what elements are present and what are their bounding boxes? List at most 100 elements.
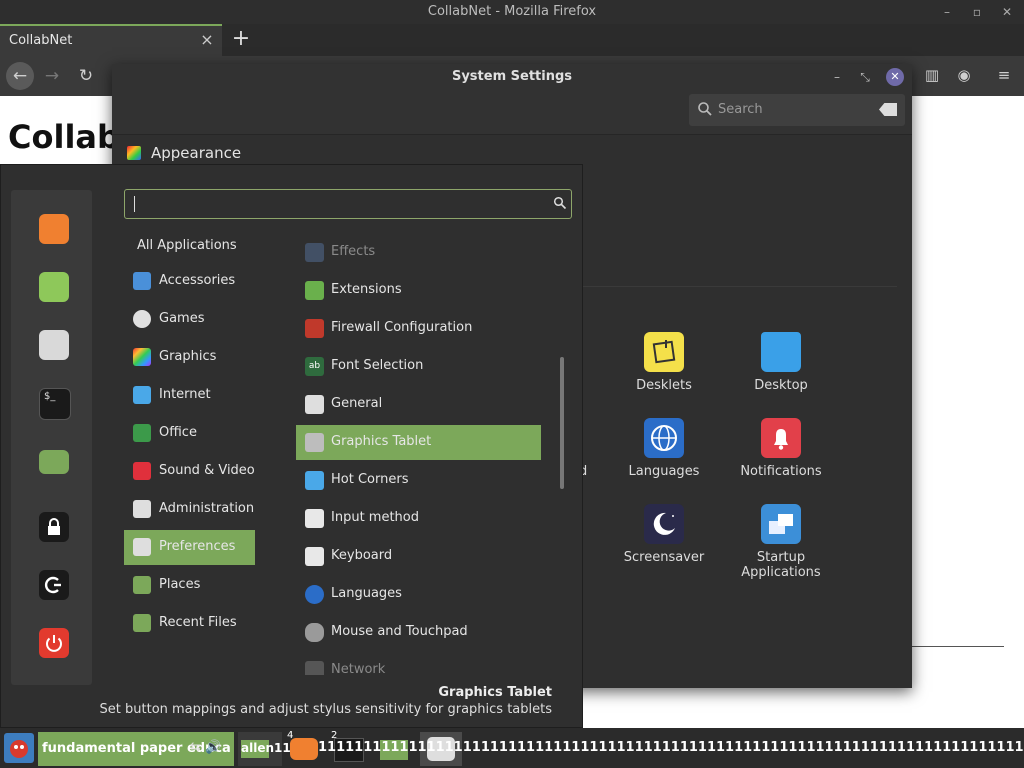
settings-item-startup-applications[interactable]: Startup Applications — [726, 504, 836, 580]
clear-search-icon[interactable] — [879, 103, 897, 116]
menu-launcher-icon[interactable] — [4, 733, 34, 763]
new-tab-button[interactable]: + — [229, 26, 253, 52]
games-invader-icon — [133, 310, 151, 328]
languages-globe-icon — [305, 585, 324, 604]
app-label: Graphics Tablet — [331, 434, 432, 449]
settings-item-desktop[interactable]: Desktop — [726, 332, 836, 393]
logout-icon[interactable] — [39, 570, 69, 600]
firefox-window-title: CollabNet - Mozilla Firefox — [0, 0, 1024, 24]
app-keyboard[interactable]: Keyboard — [296, 539, 541, 574]
forward-button[interactable]: → — [38, 62, 66, 90]
account-icon[interactable]: ◉ — [953, 64, 975, 86]
settings-search-input[interactable]: Search — [689, 94, 905, 126]
software-manager-icon[interactable] — [39, 272, 69, 302]
app-label: Network — [331, 662, 386, 675]
settings-item-notifications[interactable]: Notifications — [726, 418, 836, 479]
settings-item-desklets[interactable]: Desklets — [609, 332, 719, 393]
app-label: Mouse and Touchpad — [331, 624, 468, 639]
category-label: Places — [159, 577, 201, 592]
hamburger-menu-icon[interactable]: ≡ — [993, 64, 1015, 86]
hot-corners-icon — [305, 471, 324, 490]
favorites-sidebar: $_ — [11, 190, 92, 685]
app-label: Firewall Configuration — [331, 320, 473, 335]
recent-files-folder-icon — [133, 614, 151, 632]
files-folder-icon[interactable] — [39, 450, 69, 474]
menu-search-input[interactable] — [124, 189, 572, 219]
desktop-folder-icon — [761, 332, 801, 372]
network-volume-tray-icon[interactable]: ⇆ 🔊 — [190, 740, 221, 755]
settings-toggles-icon[interactable] — [39, 330, 69, 360]
app-label: Effects — [331, 244, 376, 259]
input-method-icon — [305, 509, 324, 528]
app-input-method[interactable]: Input method — [296, 501, 541, 536]
menu-scrollbar[interactable] — [560, 357, 564, 489]
app-label: Input method — [331, 510, 419, 525]
settings-item-languages[interactable]: Languages — [609, 418, 719, 479]
app-network[interactable]: Network — [296, 653, 541, 675]
category-administration[interactable]: Administration — [124, 492, 255, 527]
close-window-button[interactable]: ✕ — [998, 3, 1016, 21]
app-label: Extensions — [331, 282, 402, 297]
office-document-icon — [133, 424, 151, 442]
app-firewall-configuration[interactable]: Firewall Configuration — [296, 311, 541, 346]
app-label: General — [331, 396, 383, 411]
app-general[interactable]: General — [296, 387, 541, 422]
settings-item-label: Desktop — [754, 378, 808, 393]
appearance-icon — [127, 146, 141, 160]
settings-maximize-button[interactable]: ⤡ — [856, 68, 874, 86]
category-preferences[interactable]: Preferences — [124, 530, 255, 565]
tab-close-icon[interactable]: × — [199, 31, 215, 49]
taskbar-window-button-2[interactable]: allen11 — [238, 732, 291, 766]
desklets-icon — [644, 332, 684, 372]
reload-button[interactable]: ↻ — [72, 62, 100, 90]
category-label: Recent Files — [159, 615, 237, 630]
category-all-applications[interactable]: All Applications — [124, 229, 255, 264]
app-extensions[interactable]: Extensions — [296, 273, 541, 308]
places-folder-icon — [133, 576, 151, 594]
category-label: Games — [159, 311, 205, 326]
settings-item-label: Desklets — [636, 378, 692, 393]
app-languages[interactable]: Languages — [296, 577, 541, 612]
reader-view-icon[interactable]: ▥ — [921, 64, 943, 86]
terminal-icon[interactable]: $_ — [39, 388, 71, 420]
notifications-bell-icon — [761, 418, 801, 458]
app-mouse-and-touchpad[interactable]: Mouse and Touchpad — [296, 615, 541, 650]
category-graphics[interactable]: Graphics — [124, 340, 255, 375]
maximize-button[interactable]: ▫ — [968, 3, 986, 21]
accessories-scissors-icon — [133, 272, 151, 290]
app-graphics-tablet[interactable]: Graphics Tablet — [296, 425, 541, 460]
app-hot-corners[interactable]: Hot Corners — [296, 463, 541, 498]
settings-item-screensaver[interactable]: Screensaver — [609, 504, 719, 565]
category-places[interactable]: Places — [124, 568, 255, 603]
firefox-icon[interactable] — [39, 214, 69, 244]
category-sound-video[interactable]: Sound & Video — [124, 454, 255, 489]
category-recent-files[interactable]: Recent Files — [124, 606, 255, 641]
app-label: Keyboard — [331, 548, 393, 563]
category-label: Graphics — [159, 349, 217, 364]
mouse-icon — [305, 623, 324, 642]
category-accessories[interactable]: Accessories — [124, 264, 255, 299]
lock-screen-icon[interactable] — [39, 512, 69, 542]
general-toggles-icon — [305, 395, 324, 414]
page-heading: Collab — [8, 118, 120, 156]
application-menu: $_ All Applications Accessories Games Gr… — [0, 164, 583, 728]
minimize-button[interactable]: – — [938, 3, 956, 21]
settings-minimize-button[interactable]: – — [828, 68, 846, 86]
effects-icon — [305, 243, 324, 262]
category-internet[interactable]: Internet — [124, 378, 255, 413]
sound-video-play-icon — [133, 462, 151, 480]
back-button[interactable]: ← — [6, 62, 34, 90]
app-font-selection[interactable]: ab Font Selection — [296, 349, 541, 384]
text-caret — [134, 196, 135, 212]
tab-collabnet[interactable]: CollabNet × — [0, 24, 222, 56]
app-label: Hot Corners — [331, 472, 409, 487]
selected-app-description: Set button mappings and adjust stylus se… — [99, 702, 552, 717]
category-office[interactable]: Office — [124, 416, 255, 451]
category-games[interactable]: Games — [124, 302, 255, 337]
page-divider — [910, 646, 1004, 647]
settings-close-button[interactable]: ✕ — [886, 68, 904, 86]
app-effects[interactable]: Effects — [296, 235, 541, 270]
power-off-icon[interactable] — [39, 628, 69, 658]
category-label: Accessories — [159, 273, 236, 288]
graphics-palette-icon — [133, 348, 151, 366]
